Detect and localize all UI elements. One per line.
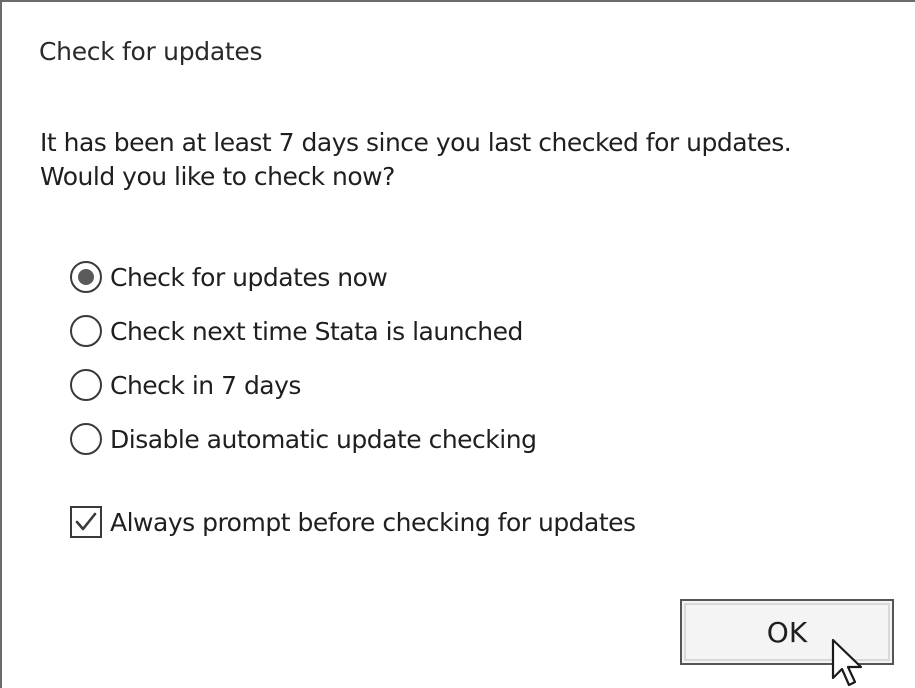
always-prompt-checkbox-row[interactable]: Always prompt before checking for update… bbox=[70, 502, 636, 542]
radio-button[interactable] bbox=[70, 423, 102, 455]
ok-button[interactable]: OK bbox=[680, 599, 894, 665]
radio-disable-checking[interactable]: Disable automatic update checking bbox=[70, 412, 537, 466]
update-options-radio-group: Check for updates now Check next time St… bbox=[70, 250, 537, 466]
radio-check-next-launch[interactable]: Check next time Stata is launched bbox=[70, 304, 536, 358]
radio-button[interactable] bbox=[70, 261, 102, 293]
radio-button[interactable] bbox=[70, 315, 102, 347]
ok-button-label: OK bbox=[766, 615, 808, 649]
radio-check-now[interactable]: Check for updates now bbox=[70, 250, 536, 304]
always-prompt-label: Always prompt before checking for update… bbox=[110, 507, 636, 537]
radio-label: Check in 7 days bbox=[110, 370, 301, 400]
update-dialog: Check for updates It has been at least 7… bbox=[0, 0, 915, 688]
message-line-2: Would you like to check now? bbox=[40, 162, 395, 191]
radio-button[interactable] bbox=[70, 369, 102, 401]
radio-label: Check for updates now bbox=[110, 262, 388, 292]
radio-check-in-7-days[interactable]: Check in 7 days bbox=[70, 358, 536, 412]
checkmark-icon bbox=[75, 512, 97, 531]
dialog-title: Check for updates bbox=[39, 37, 263, 66]
radio-label: Check next time Stata is launched bbox=[110, 316, 523, 346]
dialog-message: It has been at least 7 days since you la… bbox=[40, 126, 792, 194]
always-prompt-checkbox[interactable] bbox=[70, 506, 102, 538]
radio-label: Disable automatic update checking bbox=[110, 424, 537, 454]
message-line-1: It has been at least 7 days since you la… bbox=[40, 128, 792, 157]
